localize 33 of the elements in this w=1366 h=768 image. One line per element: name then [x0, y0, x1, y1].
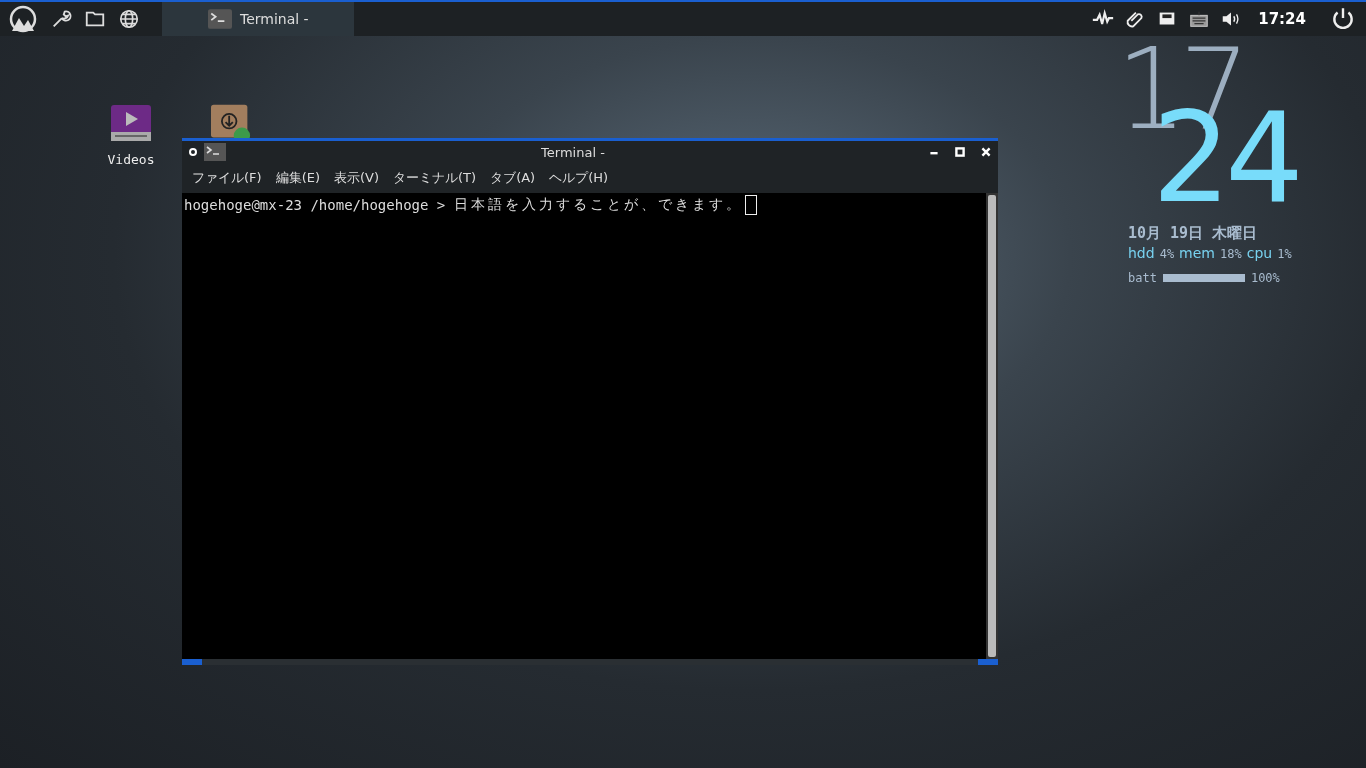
typed-command: 日本語を入力することが、できます。 [453, 196, 743, 214]
stat-label: cpu [1246, 245, 1273, 261]
resize-handle[interactable] [978, 659, 998, 665]
icon-label[interactable]: Videos [107, 152, 155, 167]
menu-item[interactable]: タブ(A) [490, 169, 536, 187]
terminal-icon [204, 143, 226, 161]
stat-value: 4% [1159, 247, 1175, 261]
globe-icon[interactable] [118, 8, 140, 30]
mountain-logo-icon[interactable] [8, 4, 38, 34]
text-cursor [744, 195, 757, 215]
close-icon[interactable] [980, 146, 992, 158]
menu-item[interactable]: 編集(E) [275, 169, 320, 187]
stat-value: 1% [1277, 247, 1292, 261]
stat-label: hdd [1128, 245, 1155, 261]
panel-clock[interactable]: 17:24 [1258, 10, 1306, 28]
menu-item[interactable]: ターミナル(T) [393, 169, 477, 187]
taskbar-button[interactable]: Terminal - [162, 2, 354, 36]
power-icon[interactable] [1330, 6, 1356, 32]
date-label: 10月 19日 木曜日 [1128, 224, 1259, 243]
terminal-icon [208, 8, 232, 30]
window-title: Terminal - [540, 144, 606, 160]
video-folder-icon[interactable] [111, 104, 151, 142]
menu-item[interactable]: 表示(V) [334, 169, 380, 187]
resize-handle[interactable] [182, 659, 202, 665]
stat-value: 18% [1220, 247, 1242, 261]
wrench-icon[interactable] [50, 8, 72, 30]
battery-reading: 100% [1250, 271, 1280, 285]
stat-label: mem [1179, 245, 1215, 261]
menu-item[interactable]: ファイル(F) [192, 169, 262, 187]
maximize-icon[interactable] [954, 146, 966, 158]
battery-label: batt [1128, 271, 1157, 285]
menu-item[interactable]: ヘルプ(H) [549, 169, 609, 187]
shell-prompt: hogehoge@mx-23 /home/hogehoge > [184, 197, 447, 213]
